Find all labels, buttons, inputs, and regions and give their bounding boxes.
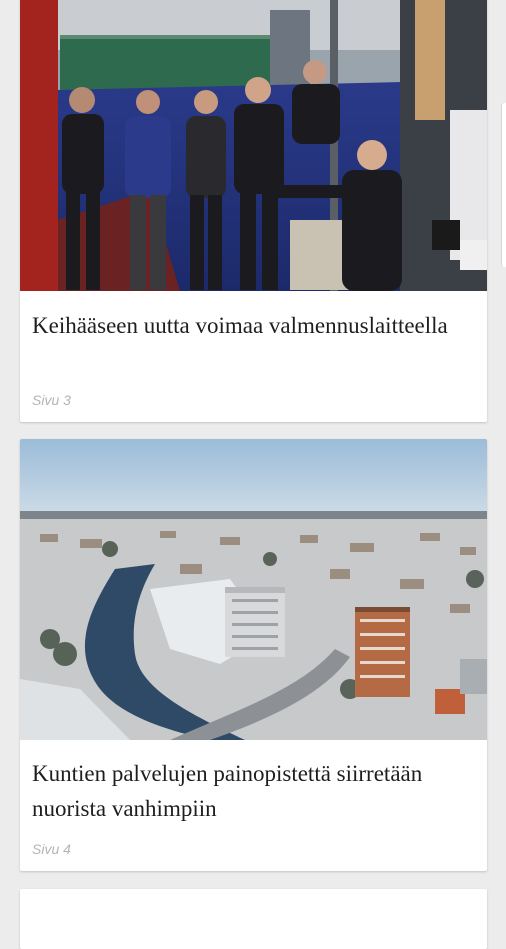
- article-card-next[interactable]: [20, 889, 487, 949]
- article-title[interactable]: Keihääseen uutta voimaa valmennuslaittee…: [32, 308, 475, 343]
- article-image-coaches-photo[interactable]: [20, 0, 487, 291]
- article-page-number: Sivu 3: [32, 392, 71, 408]
- article-card[interactable]: Keihääseen uutta voimaa valmennuslaittee…: [20, 0, 487, 422]
- article-card[interactable]: Kuntien palvelujen painopistettä siirret…: [20, 439, 487, 871]
- article-page-number: Sivu 4: [32, 841, 71, 857]
- scrollbar[interactable]: [501, 103, 506, 267]
- article-image-aerial-town-photo[interactable]: [20, 439, 487, 740]
- article-title[interactable]: Kuntien palvelujen painopistettä siirret…: [32, 756, 475, 826]
